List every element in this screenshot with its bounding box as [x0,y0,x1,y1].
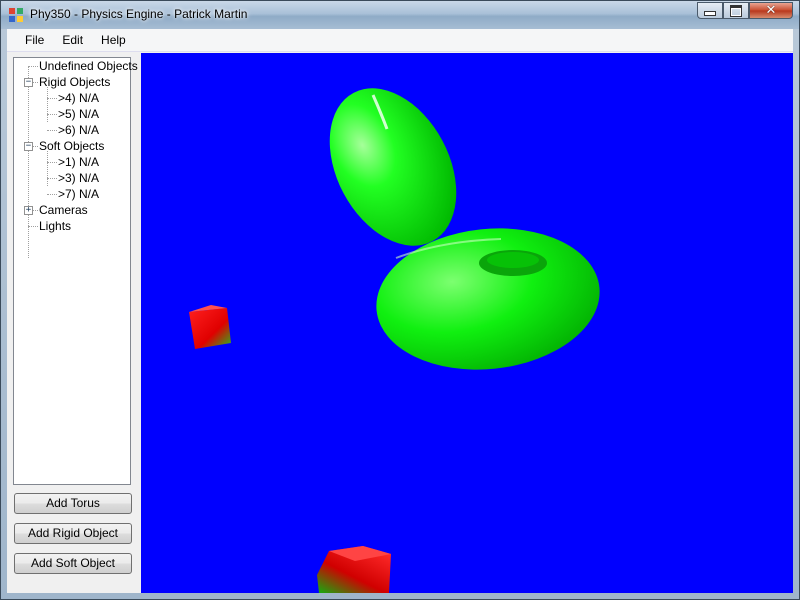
tree-branch-line [47,87,48,122]
tree-item-soft-7[interactable]: >7) N/A [58,186,99,202]
tree-item-soft-1[interactable]: >1) N/A [58,154,99,170]
tree-branch-line [47,151,48,186]
main-window: Phy350 - Physics Engine - Patrick Martin… [0,0,800,600]
tree-connector [33,82,38,83]
client-area: File Edit Help Undefined Objects − Rigid… [7,29,793,593]
add-soft-object-button[interactable]: Add Soft Object [14,553,132,574]
tree-item-soft-objects[interactable]: Soft Objects [39,138,104,154]
scene-render [189,88,600,593]
tree-connector [47,194,57,195]
caption-buttons: ✕ [697,2,793,20]
window-title: Phy350 - Physics Engine - Patrick Martin [30,7,248,21]
tree-connector [33,146,38,147]
expand-icon[interactable]: + [24,206,33,215]
tree-item-lights[interactable]: Lights [39,218,71,234]
tree-connector [28,226,38,227]
tree-item-rigid-5[interactable]: >5) N/A [58,106,99,122]
collapse-icon[interactable]: − [24,142,33,151]
menu-edit[interactable]: Edit [53,29,92,51]
cube-object-1[interactable] [189,305,231,349]
tree-connector [47,130,57,131]
menu-help[interactable]: Help [92,29,135,51]
tree-connector [33,210,38,211]
cube-object-2[interactable] [317,546,391,593]
tree-item-soft-3[interactable]: >3) N/A [58,170,99,186]
app-icon [9,8,23,22]
3d-viewport[interactable] [141,53,793,593]
title-bar[interactable]: Phy350 - Physics Engine - Patrick Martin… [1,1,799,29]
tree-connector [47,98,57,99]
tree-connector [47,114,57,115]
minimize-button[interactable] [697,2,723,19]
tree-item-undefined-objects[interactable]: Undefined Objects [39,58,138,74]
tree-item-rigid-6[interactable]: >6) N/A [58,122,99,138]
tree-connector [28,66,38,67]
tree-connector [47,178,57,179]
tree-item-cameras[interactable]: Cameras [39,202,88,218]
tree-connector [47,162,57,163]
tree-item-rigid-4[interactable]: >4) N/A [58,90,99,106]
scene-tree[interactable]: Undefined Objects − Rigid Objects >4) N/… [13,57,138,485]
add-rigid-object-button[interactable]: Add Rigid Object [14,523,132,544]
close-button[interactable]: ✕ [749,2,793,19]
collapse-icon[interactable]: − [24,78,33,87]
menu-file[interactable]: File [16,29,53,51]
maximize-icon [730,4,742,17]
minimize-icon [704,11,716,16]
close-icon: ✕ [765,3,777,18]
menu-bar: File Edit Help [7,29,793,52]
add-torus-button[interactable]: Add Torus [14,493,132,514]
maximize-button[interactable] [723,2,749,19]
tree-root-line [28,66,29,258]
tree-item-rigid-objects[interactable]: Rigid Objects [39,74,110,90]
